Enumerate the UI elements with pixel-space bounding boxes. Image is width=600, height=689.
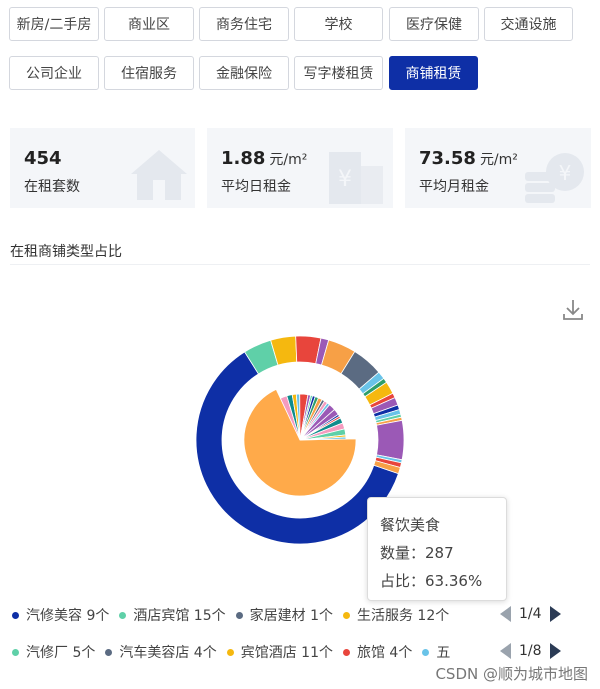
legend-dot <box>342 648 350 656</box>
filter-tag-commercial-residence[interactable]: 商务住宅 <box>199 7 289 41</box>
legend-item[interactable]: 宾馆酒店 11个 <box>226 642 333 662</box>
legend-row-1: 汽修美容 9个 酒店宾馆 15个 家居建材 1个 生活服务 12个 <box>12 604 459 626</box>
building-yen-icon: ¥ <box>323 142 389 208</box>
page-indicator: 1/8 <box>519 643 542 659</box>
filter-tag-business-district[interactable]: 商业区 <box>104 7 194 41</box>
page-indicator: 1/4 <box>519 606 542 622</box>
prev-page-icon[interactable] <box>500 643 511 659</box>
filter-tag-healthcare[interactable]: 医疗保健 <box>389 7 479 41</box>
stat-value: 454 <box>24 148 62 169</box>
legend-dot <box>119 611 127 619</box>
tooltip-name: 餐饮美食 <box>380 516 441 534</box>
outer-ring-slice[interactable] <box>376 419 405 461</box>
legend-item[interactable]: 酒店宾馆 15个 <box>119 605 226 625</box>
legend-item[interactable]: 生活服务 12个 <box>342 605 449 625</box>
legend-dot <box>12 611 19 619</box>
legend-dot <box>422 648 430 656</box>
filter-tag-office-rental[interactable]: 写字楼租赁 <box>294 56 383 90</box>
filter-tag-company[interactable]: 公司企业 <box>9 56 99 90</box>
next-page-icon[interactable] <box>549 643 561 659</box>
stat-card-count: 454 在租套数 <box>10 128 195 208</box>
legend-item[interactable]: 旅馆 4个 <box>342 642 412 662</box>
filter-tag-finance[interactable]: 金融保险 <box>199 56 289 90</box>
stat-label: 平均月租金 <box>419 179 489 195</box>
filter-tag-shop-rental[interactable]: 商铺租赁 <box>389 56 478 90</box>
legend-item[interactable]: 汽修美容 9个 <box>12 605 109 625</box>
inner-pie <box>243 388 357 497</box>
stat-card-monthly-rent: 73.58 元/m² 平均月租金 ¥ <box>405 128 591 208</box>
stat-value: 73.58 元/m² <box>419 148 518 169</box>
stat-value: 1.88 元/m² <box>221 148 308 169</box>
prev-page-icon[interactable] <box>500 606 511 622</box>
legend-item[interactable]: 汽车美容店 4个 <box>105 642 217 662</box>
legend-item[interactable]: 家居建材 1个 <box>235 605 333 625</box>
coins-yen-icon: ¥ <box>521 142 587 208</box>
stat-label: 平均日租金 <box>221 179 291 195</box>
tooltip-count: 数量：287 <box>380 544 454 562</box>
svg-text:¥: ¥ <box>338 167 352 192</box>
legend-dot <box>105 648 113 656</box>
filter-tag-school[interactable]: 学校 <box>294 7 383 41</box>
legend-item[interactable]: 汽修厂 5个 <box>12 642 95 662</box>
legend-pager-1: 1/4 <box>500 606 561 622</box>
legend-dot <box>235 611 243 619</box>
next-page-icon[interactable] <box>549 606 561 622</box>
divider <box>10 264 590 265</box>
tooltip-ratio: 占比：63.36% <box>380 572 483 590</box>
house-icon <box>127 142 191 208</box>
watermark: CSDN @顺为城市地图 <box>435 665 588 683</box>
svg-text:¥: ¥ <box>559 161 572 185</box>
legend-item[interactable]: 五 <box>422 642 450 662</box>
download-icon[interactable] <box>562 298 584 322</box>
chart-tooltip: 餐饮美食 数量：287 占比：63.36% <box>367 497 507 601</box>
filter-tag-transport[interactable]: 交通设施 <box>484 7 573 41</box>
filter-tag-newhouse[interactable]: 新房/二手房 <box>9 7 99 41</box>
stat-label: 在租套数 <box>24 179 80 195</box>
legend-dot <box>12 648 19 656</box>
legend-dot <box>342 611 350 619</box>
legend-pager-2: 1/8 <box>500 643 561 659</box>
legend-row-2: 汽修厂 5个 汽车美容店 4个 宾馆酒店 11个 旅馆 4个 五 <box>12 641 492 663</box>
filter-tag-lodging[interactable]: 住宿服务 <box>104 56 194 90</box>
stat-card-daily-rent: 1.88 元/m² 平均日租金 ¥ <box>207 128 393 208</box>
legend-dot <box>226 648 234 656</box>
section-title: 在租商铺类型占比 <box>10 244 122 260</box>
